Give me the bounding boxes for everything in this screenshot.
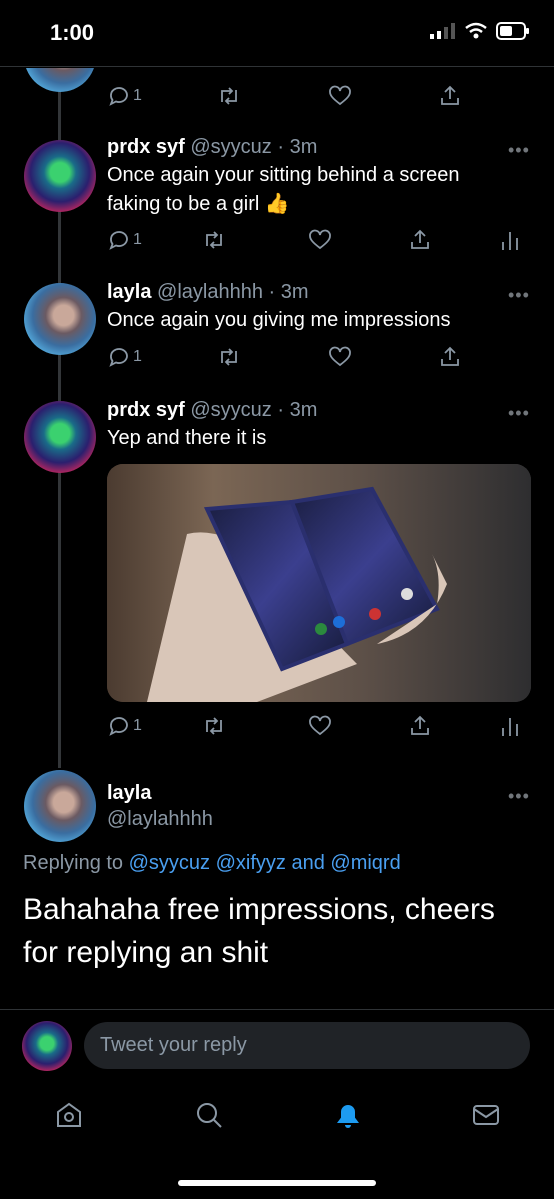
display-name[interactable]: prdx syf (107, 399, 185, 421)
reply-divider (0, 1009, 554, 1010)
reply-icon (109, 717, 128, 736)
display-name[interactable]: layla (107, 281, 151, 303)
avatar[interactable] (24, 770, 96, 842)
share-button[interactable] (408, 714, 432, 738)
like-button[interactable] (328, 345, 352, 369)
tweet-header: layla @laylahhhh · 3m (107, 281, 309, 304)
timestamp: · 3m (268, 281, 309, 303)
tweet-text-line: Yep and there it is (107, 427, 267, 449)
share-icon (441, 85, 459, 105)
like-button[interactable] (308, 228, 332, 252)
tweet-media-image[interactable] (107, 464, 531, 702)
status-time: 1:00 (50, 20, 95, 45)
retweet-button[interactable] (217, 345, 241, 369)
avatar[interactable] (24, 401, 96, 473)
more-options-button[interactable]: ••• (508, 403, 530, 424)
like-icon (309, 715, 331, 736)
avatar[interactable] (24, 140, 96, 212)
more-options-button[interactable]: ••• (508, 285, 530, 306)
reply-count: 1 (133, 87, 142, 104)
handle[interactable]: @laylahhhh (107, 808, 213, 831)
reply-icon (109, 231, 128, 250)
handle[interactable]: @laylahhhh (157, 281, 263, 303)
status-icons (430, 22, 530, 40)
tweet-text-line: Once again you giving me impressions (107, 309, 451, 331)
retweet-icon (206, 231, 222, 249)
messages-icon (473, 1105, 499, 1125)
share-button[interactable] (438, 345, 462, 369)
main-tweet-text-line: for replying an shit (23, 936, 269, 969)
tweet-text: Yep and there it is (107, 424, 537, 453)
notifications-icon (337, 1105, 359, 1128)
share-icon (441, 346, 459, 366)
like-button[interactable] (328, 84, 352, 108)
wifi-icon (465, 22, 487, 39)
handle[interactable]: @syycuz (190, 399, 271, 421)
nav-notifications[interactable] (333, 1100, 363, 1135)
retweet-button[interactable] (202, 714, 226, 738)
retweet-icon (221, 348, 237, 366)
analytics-button[interactable] (500, 714, 520, 738)
timestamp: · 3m (277, 399, 318, 421)
reply-count: 1 (133, 348, 142, 365)
reply-button[interactable]: 1 (107, 228, 142, 252)
home-icon (57, 1102, 81, 1127)
nav-search[interactable] (194, 1100, 224, 1135)
display-name[interactable]: prdx syf (107, 136, 185, 158)
avatar[interactable] (24, 283, 96, 355)
analytics-icon (502, 232, 518, 250)
timestamp: · 3m (277, 136, 318, 158)
share-button[interactable] (408, 228, 432, 252)
reply-placeholder: Tweet your reply (100, 1034, 247, 1056)
like-button[interactable] (308, 714, 332, 738)
my-avatar[interactable] (22, 1021, 72, 1071)
reply-icon (109, 348, 128, 367)
analytics-icon (502, 718, 518, 736)
replying-to-users[interactable]: @syycuz @xifyyz and @miqrd (129, 852, 401, 874)
reply-count: 1 (133, 717, 142, 734)
retweet-button[interactable] (202, 228, 226, 252)
battery-icon (496, 22, 529, 40)
share-icon (411, 715, 429, 735)
tweet-header: prdx syf @syycuz · 3m (107, 136, 317, 159)
nav-messages[interactable] (471, 1100, 501, 1135)
phone-photo (107, 464, 531, 702)
like-icon (329, 85, 351, 106)
retweet-button[interactable] (217, 84, 241, 108)
reply-count: 1 (133, 231, 142, 248)
replying-to-label: Replying to (23, 852, 124, 874)
main-tweet-text: Bahahaha free impressions, cheers for re… (23, 888, 533, 974)
handle[interactable]: @syycuz (190, 136, 271, 158)
share-icon (411, 229, 429, 249)
retweet-icon (206, 717, 222, 735)
display-name[interactable]: layla (107, 782, 151, 805)
tweet-text-line: faking to be a girl 👍 (107, 193, 290, 215)
tweet-text-line: Once again your sitting behind a screen (107, 164, 460, 186)
reply-button[interactable]: 1 (107, 84, 142, 108)
analytics-button[interactable] (500, 228, 520, 252)
main-tweet-text-line: Bahahaha free impressions, cheers (23, 893, 495, 926)
signal-icon (430, 23, 455, 39)
reply-button[interactable]: 1 (107, 714, 142, 738)
tweet-text: Once again your sitting behind a screen … (107, 161, 537, 219)
search-icon (197, 1103, 222, 1128)
retweet-icon (221, 87, 237, 105)
tweet-header: prdx syf @syycuz · 3m (107, 399, 317, 422)
header-divider (0, 66, 554, 67)
replying-to: Replying to @syycuz @xifyyz and @miqrd (23, 852, 401, 875)
more-options-button[interactable]: ••• (508, 786, 530, 807)
reply-icon (109, 87, 128, 106)
nav-home[interactable] (54, 1100, 84, 1135)
home-indicator (178, 1180, 376, 1186)
share-button[interactable] (438, 84, 462, 108)
more-options-button[interactable]: ••• (508, 140, 530, 161)
like-icon (309, 229, 331, 250)
tweet-text: Once again you giving me impressions (107, 306, 537, 335)
like-icon (329, 346, 351, 367)
reply-button[interactable]: 1 (107, 345, 142, 369)
